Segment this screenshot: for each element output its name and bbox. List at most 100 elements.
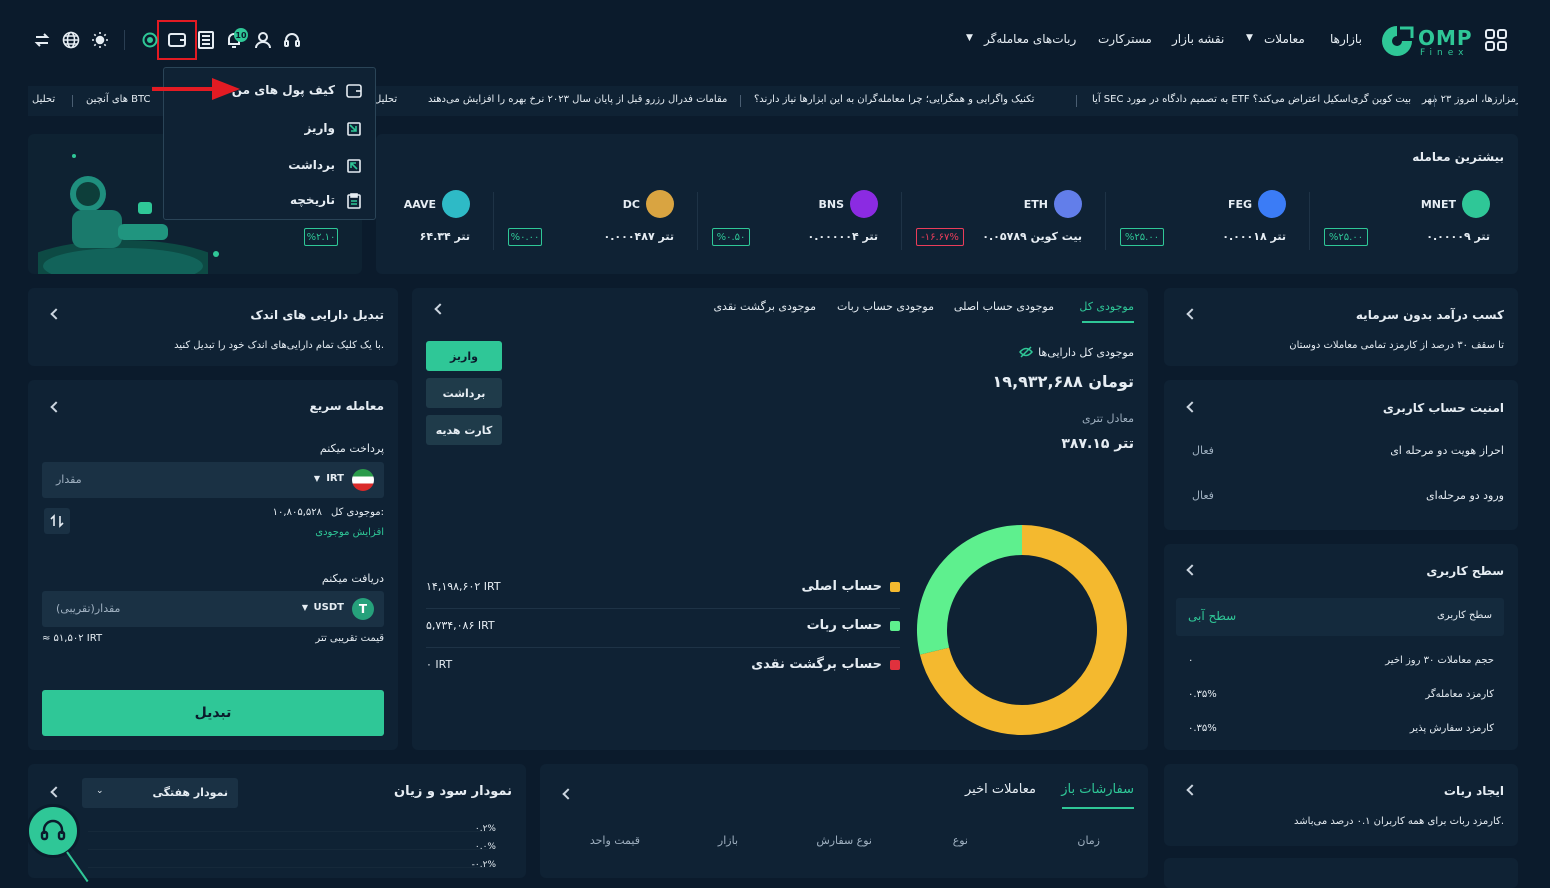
headset-icon[interactable] xyxy=(282,30,302,50)
nav-markets[interactable]: بازارها xyxy=(1330,32,1362,46)
receive-amount-placeholder[interactable]: مقدار(تقریبی) xyxy=(56,602,120,615)
top-traded-panel: بیشترین معامله MNET ۰.۰۰۰۰۹ تتر %۲۵.۰۰ F… xyxy=(304,134,1518,274)
chevron-down-icon[interactable]: ▼ xyxy=(966,33,973,43)
chevron-left-icon[interactable] xyxy=(1186,401,1198,413)
tab-open-orders[interactable]: سفارشات باز xyxy=(1061,782,1134,797)
donut-slice xyxy=(917,525,1023,655)
tab-robot-balance[interactable]: موجودی حساب ربات xyxy=(837,300,934,313)
pnl-period-select[interactable]: نمودار هفتگی ⌄ xyxy=(82,778,238,808)
coin-change-badge: %۲.۱۰ xyxy=(304,228,338,246)
tab-recent-trades[interactable]: معاملات اخیر xyxy=(965,782,1036,797)
logo[interactable]: OMP Finex xyxy=(1380,22,1472,62)
coin-price: ۰.۰۵۷۸۹ بیت کوین xyxy=(982,230,1082,243)
chevron-left-icon[interactable] xyxy=(1186,784,1198,796)
coin-item[interactable]: MNET ۰.۰۰۰۰۹ تتر %۲۵.۰۰ xyxy=(1324,190,1504,254)
coin-price: ۰.۰۰۰۰۹ تتر xyxy=(1426,230,1490,243)
sun-icon[interactable] xyxy=(90,30,110,50)
user-icon[interactable] xyxy=(253,30,273,50)
security-card: امنیت حساب کاربری احراز هویت دو مرحله ای… xyxy=(1164,380,1518,530)
coin-item[interactable]: ETH ۰.۰۵۷۸۹ بیت کوین -۱۶.۶۷% xyxy=(916,190,1096,254)
small-assets-card[interactable]: تبدیل دارایی های اندک با یک کلیک تمام دا… xyxy=(28,288,398,366)
ticker-item[interactable]: های آنچین BTC xyxy=(86,94,151,105)
user-level-card: سطح کاربری سطح کاربری سطح آبی حجم معاملا… xyxy=(1164,544,1518,750)
coin-price: ۰.۰۰۰۴۸۷ تتر xyxy=(603,230,674,243)
coin-divider xyxy=(901,192,902,250)
orders-list-icon[interactable] xyxy=(196,30,216,50)
ticker-item[interactable]: تکنیک واگرایی و همگرایی؛ چرا معامله‌گران… xyxy=(754,94,1034,105)
pay-amount-placeholder[interactable]: مقدار xyxy=(56,473,82,486)
earn-card[interactable]: کسب درآمد بدون سرمایه تا سقف ۳۰ درصد از … xyxy=(1164,288,1518,366)
tab-main-balance[interactable]: موجودی حساب اصلی xyxy=(954,300,1054,313)
coin-symbol: BNS xyxy=(818,198,844,211)
pnl-tick: -۰.۲% xyxy=(471,860,496,870)
ticker-item[interactable]: ر رمزارزها، امروز ۲۳ مهر xyxy=(1422,94,1518,105)
toolbar-divider xyxy=(124,30,125,50)
receive-currency[interactable]: USDT xyxy=(314,602,344,613)
earn-title: کسب درآمد بدون سرمایه xyxy=(1355,308,1504,322)
chevron-left-icon[interactable] xyxy=(434,303,446,315)
coin-symbol: FEG xyxy=(1227,198,1252,211)
coin-icon xyxy=(1462,190,1490,218)
legend-value: ۱۴,۱۹۸,۶۰۲ IRT xyxy=(426,580,501,593)
apps-grid-icon[interactable] xyxy=(1484,28,1508,52)
chevron-down-icon[interactable]: ▼ xyxy=(314,474,320,483)
nav-robots[interactable]: ربات‌های معامله‌گر xyxy=(984,32,1076,46)
gauge-icon[interactable] xyxy=(140,30,160,50)
approx-value: ≈ ۵۱,۵۰۲ IRT xyxy=(42,633,103,644)
pay-label: پرداخت میکنم xyxy=(319,442,384,455)
receive-input[interactable]: T USDT ▼ مقدار(تقریبی) xyxy=(42,591,384,627)
history-icon xyxy=(345,192,363,210)
nav-mastercard[interactable]: مسترکارت xyxy=(1098,32,1152,46)
tab-cashback-balance[interactable]: موجودی برگشت نقدی xyxy=(713,300,816,313)
chevron-down-icon[interactable]: ▼ xyxy=(302,603,308,612)
security-row-value[interactable]: فعال xyxy=(1192,444,1214,457)
nav-market-map[interactable]: نقشه بازار xyxy=(1172,32,1224,46)
level-value: سطح آبی xyxy=(1188,609,1237,623)
chevron-left-icon[interactable] xyxy=(1186,308,1198,320)
column-header: قیمت واحد xyxy=(589,834,640,847)
ticker-item[interactable]: مقامات فدرال رزرو قبل از پایان سال ۲۰۲۳ … xyxy=(428,94,727,105)
notification-badge: 10 xyxy=(234,28,248,42)
ticker-item[interactable]: تحلیل xyxy=(374,94,397,105)
chevron-left-icon[interactable] xyxy=(50,401,62,413)
increase-balance-link[interactable]: افزایش موجودی xyxy=(315,527,384,538)
level-row-label: حجم معاملات ۳۰ روز اخیر xyxy=(1385,655,1494,666)
gift-card-button[interactable]: کارت هدیه xyxy=(426,415,502,445)
chevron-left-icon[interactable] xyxy=(562,788,574,800)
menu-item-history[interactable]: تاریخچه xyxy=(164,186,375,220)
tab-underline xyxy=(1062,807,1134,809)
swap-icon[interactable] xyxy=(44,508,70,534)
pay-input[interactable]: IRT ▼ مقدار xyxy=(42,462,384,498)
orders-panel: سفارشات باز معاملات اخیر زمان نوع نوع سف… xyxy=(540,764,1148,878)
chevron-left-icon[interactable] xyxy=(50,308,62,320)
coin-item[interactable]: DC ۰.۰۰۰۴۸۷ تتر %۰.۰۰ xyxy=(508,190,688,254)
tab-underline xyxy=(1082,321,1134,323)
coins-row: MNET ۰.۰۰۰۰۹ تتر %۲۵.۰۰ FEG ۰.۰۰۰۱۸ تتر … xyxy=(304,134,1518,274)
eye-off-icon[interactable] xyxy=(1018,344,1034,360)
globe-icon[interactable] xyxy=(61,30,81,50)
security-row-value[interactable]: فعال xyxy=(1192,489,1214,502)
chevron-left-icon[interactable] xyxy=(50,786,62,798)
support-button[interactable] xyxy=(26,804,80,858)
pay-currency[interactable]: IRT xyxy=(326,473,344,484)
wallet-icon[interactable] xyxy=(167,30,187,50)
nav-trades[interactable]: معاملات xyxy=(1264,32,1305,46)
menu-item-withdraw[interactable]: برداشت xyxy=(164,149,375,183)
chevron-down-icon[interactable]: ▼ xyxy=(1246,33,1253,43)
ticker-item[interactable]: تحلیل xyxy=(32,94,55,105)
chevron-left-icon[interactable] xyxy=(1186,564,1198,576)
legend-value: ۵,۷۳۴,۰۸۶ IRT xyxy=(426,619,495,632)
exchange-icon[interactable] xyxy=(32,30,52,50)
withdraw-button[interactable]: برداشت xyxy=(426,378,502,408)
tab-total-balance[interactable]: موجودی کل xyxy=(1079,300,1134,313)
balance-donut-chart xyxy=(917,525,1127,735)
legend-row: حساب برگشت نقدی ۰ IRT xyxy=(426,650,900,686)
convert-button[interactable]: تبدیل xyxy=(42,690,384,736)
ticker-item[interactable]: آیا SEC به تصمیم دادگاه در مورد ETF بیت … xyxy=(1092,94,1411,105)
coin-item[interactable]: FEG ۰.۰۰۰۱۸ تتر %۲۵.۰۰ xyxy=(1120,190,1300,254)
coin-item[interactable]: BNS ۰.۰۰۰۰۰۴ تتر %۰.۵۰ xyxy=(712,190,892,254)
carousel-dot[interactable] xyxy=(213,251,219,257)
menu-item-deposit[interactable]: واریز xyxy=(164,112,375,146)
create-robot-card[interactable]: ایجاد ربات کارمزد ربات برای همه کاربران … xyxy=(1164,764,1518,846)
deposit-button[interactable]: واریز xyxy=(426,341,502,371)
